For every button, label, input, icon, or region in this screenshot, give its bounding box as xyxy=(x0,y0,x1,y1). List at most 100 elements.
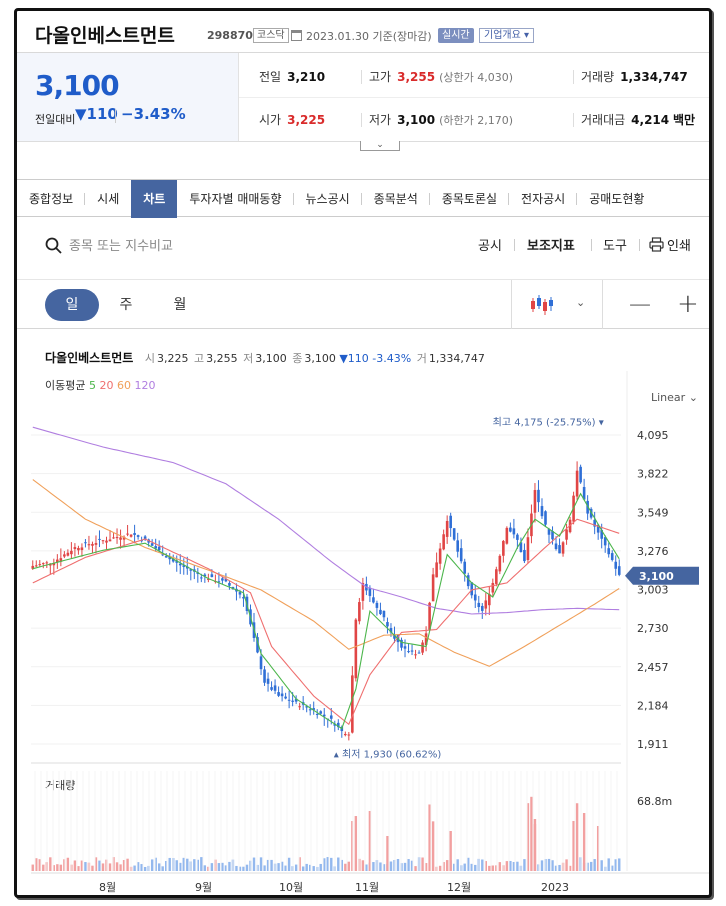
candle-body xyxy=(38,564,42,566)
volume-bar xyxy=(530,796,533,871)
candle-body xyxy=(477,602,481,608)
volume-bar xyxy=(98,860,101,871)
volume-bar xyxy=(221,862,224,871)
candle-body xyxy=(266,678,270,684)
candle-body xyxy=(449,515,452,529)
candle-body xyxy=(115,537,119,539)
volume-bar xyxy=(337,857,340,871)
x-tick-label: 11월 xyxy=(355,881,379,894)
candle-body xyxy=(438,548,442,564)
current-price-label: 3,100 xyxy=(639,570,674,583)
volume-bar xyxy=(389,861,393,871)
candle-body xyxy=(480,605,484,611)
volume-bar xyxy=(235,865,238,871)
volume-bar xyxy=(49,857,52,871)
ma20-line xyxy=(32,518,620,726)
volume-bar xyxy=(242,866,245,871)
volume-bar xyxy=(77,866,80,871)
volume-bar xyxy=(379,862,382,871)
candle-body xyxy=(445,520,449,537)
volume-bar xyxy=(572,820,575,871)
candle-body xyxy=(375,602,379,608)
volume-bar xyxy=(73,860,77,871)
volume-bar xyxy=(126,858,129,871)
candle-body xyxy=(386,622,389,627)
volume-bar xyxy=(42,864,45,871)
candle-body xyxy=(523,549,526,562)
volume-bar xyxy=(101,863,105,871)
volume-bar xyxy=(438,865,442,871)
x-tick-label: 8월 xyxy=(99,881,116,894)
volume-max-label: 68.8m xyxy=(637,795,672,808)
candle-body xyxy=(537,489,540,503)
volume-bar xyxy=(428,804,431,871)
volume-bar xyxy=(259,857,263,871)
volume-bar xyxy=(210,863,214,871)
candle-body xyxy=(157,546,161,551)
x-tick-label: 9월 xyxy=(195,881,212,894)
candle-body xyxy=(315,714,319,716)
volume-bar xyxy=(66,857,70,871)
volume-bar xyxy=(407,859,410,871)
candle-body xyxy=(614,561,618,569)
candle-body xyxy=(470,582,474,596)
volume-bar xyxy=(551,860,554,871)
candle-body xyxy=(505,527,509,544)
candle-body xyxy=(298,706,301,708)
candle-body xyxy=(259,656,263,670)
volume-bar xyxy=(354,816,358,871)
volume-bar xyxy=(347,861,351,871)
candle-body xyxy=(372,597,375,603)
y-tick-label: 3,276 xyxy=(637,545,669,558)
candle-body xyxy=(459,548,463,562)
candle-body xyxy=(84,542,87,544)
candle-body xyxy=(607,548,611,555)
volume-bar xyxy=(203,865,207,871)
volume-bar xyxy=(361,860,365,871)
volume-bar xyxy=(305,863,308,871)
volume-bar xyxy=(449,831,452,871)
candle-body xyxy=(344,733,347,736)
volume-bar xyxy=(474,864,477,871)
candle-body xyxy=(238,592,242,595)
candle-body xyxy=(112,537,115,539)
candle-body xyxy=(308,709,312,711)
candle-body xyxy=(421,642,424,653)
candle-body xyxy=(108,539,112,542)
volume-bar xyxy=(277,863,280,871)
volume-bar xyxy=(150,859,154,871)
candle-body xyxy=(379,609,382,615)
volume-bar xyxy=(481,859,484,871)
candle-body xyxy=(502,541,505,556)
volume-bar xyxy=(456,859,459,871)
price-chart[interactable]: 4,095 3,822 3,549 3,276 3,003 2,730 2,457 2,184… xyxy=(17,11,712,898)
candle-body xyxy=(414,654,417,656)
candle-body xyxy=(87,544,91,546)
candle-body xyxy=(263,669,266,683)
candle-body xyxy=(319,711,323,714)
volume-bar xyxy=(270,859,273,871)
candle-body xyxy=(347,734,351,736)
y-tick-label: 3,549 xyxy=(637,506,669,519)
candle-body xyxy=(403,646,407,649)
candle-body xyxy=(544,511,547,525)
volume-bar xyxy=(217,863,221,871)
y-tick-label: 2,730 xyxy=(637,622,669,635)
volume-bar xyxy=(593,859,596,871)
volume-bar xyxy=(575,803,579,871)
x-tick-label: 2023 xyxy=(541,881,569,894)
x-tick-label: 10월 xyxy=(279,881,303,894)
volume-bar xyxy=(119,864,122,871)
candle-body xyxy=(533,490,537,513)
candle-body xyxy=(442,534,445,550)
volume-bar xyxy=(488,865,491,871)
max-annotation: 최고 4,175 (-25.75%) ▾ xyxy=(493,417,604,429)
volume-bar xyxy=(200,857,203,871)
volume-bar xyxy=(140,864,143,871)
candle-body xyxy=(98,538,101,540)
volume-bar xyxy=(558,864,561,871)
volume-bar xyxy=(498,862,502,871)
volume-bar xyxy=(319,863,322,871)
candle-body xyxy=(329,715,333,719)
candle-body xyxy=(70,550,73,555)
